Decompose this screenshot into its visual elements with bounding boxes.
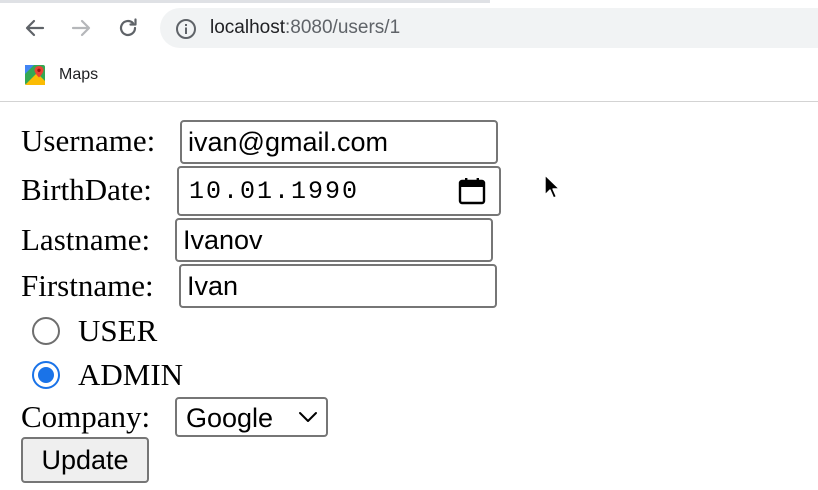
mouse-cursor-icon bbox=[544, 174, 561, 199]
username-input[interactable] bbox=[180, 120, 498, 164]
company-selected-value: Google bbox=[186, 403, 274, 433]
url-text[interactable]: localhost:8080/users/1 bbox=[210, 14, 400, 42]
role-option-admin[interactable]: ADMIN bbox=[32, 357, 183, 393]
birthdate-value: 10.01.1990 bbox=[189, 177, 360, 206]
lastname-label: Lastname: bbox=[21, 222, 151, 257]
company-label: Company: bbox=[21, 399, 151, 434]
update-button[interactable]: Update bbox=[21, 437, 149, 483]
forward-button[interactable] bbox=[65, 12, 97, 44]
browser-toolbar: localhost:8080/users/1 Maps bbox=[0, 0, 818, 102]
url-host: localhost bbox=[210, 17, 285, 38]
google-maps-icon bbox=[25, 65, 45, 85]
role-radio-user[interactable] bbox=[32, 317, 60, 345]
firstname-label: Firstname: bbox=[21, 268, 154, 303]
role-label-admin: ADMIN bbox=[78, 357, 184, 392]
firstname-input[interactable] bbox=[179, 264, 497, 308]
arrow-left-icon bbox=[25, 19, 45, 37]
reload-icon bbox=[119, 18, 137, 37]
info-icon[interactable] bbox=[175, 18, 197, 40]
toolbar-divider bbox=[0, 101, 818, 102]
reload-button[interactable] bbox=[112, 12, 144, 44]
tab-strip bbox=[0, 0, 490, 3]
lastname-input[interactable] bbox=[175, 218, 493, 262]
chevron-down-icon bbox=[299, 412, 317, 422]
role-label-user: USER bbox=[78, 313, 158, 348]
calendar-icon[interactable] bbox=[457, 176, 487, 206]
birthdate-label: BirthDate: bbox=[21, 172, 152, 207]
role-radio-admin[interactable] bbox=[32, 361, 60, 389]
birthdate-input[interactable]: 10.01.1990 bbox=[177, 166, 501, 216]
arrow-right-icon bbox=[71, 19, 91, 37]
role-option-user[interactable]: USER bbox=[32, 313, 157, 349]
company-select[interactable]: Google bbox=[175, 397, 328, 437]
username-label: Username: bbox=[21, 123, 156, 158]
back-button[interactable] bbox=[19, 12, 51, 44]
bookmark-label: Maps bbox=[59, 66, 99, 83]
url-path: :8080/users/1 bbox=[285, 17, 401, 38]
bookmark-maps[interactable]: Maps bbox=[24, 63, 98, 87]
